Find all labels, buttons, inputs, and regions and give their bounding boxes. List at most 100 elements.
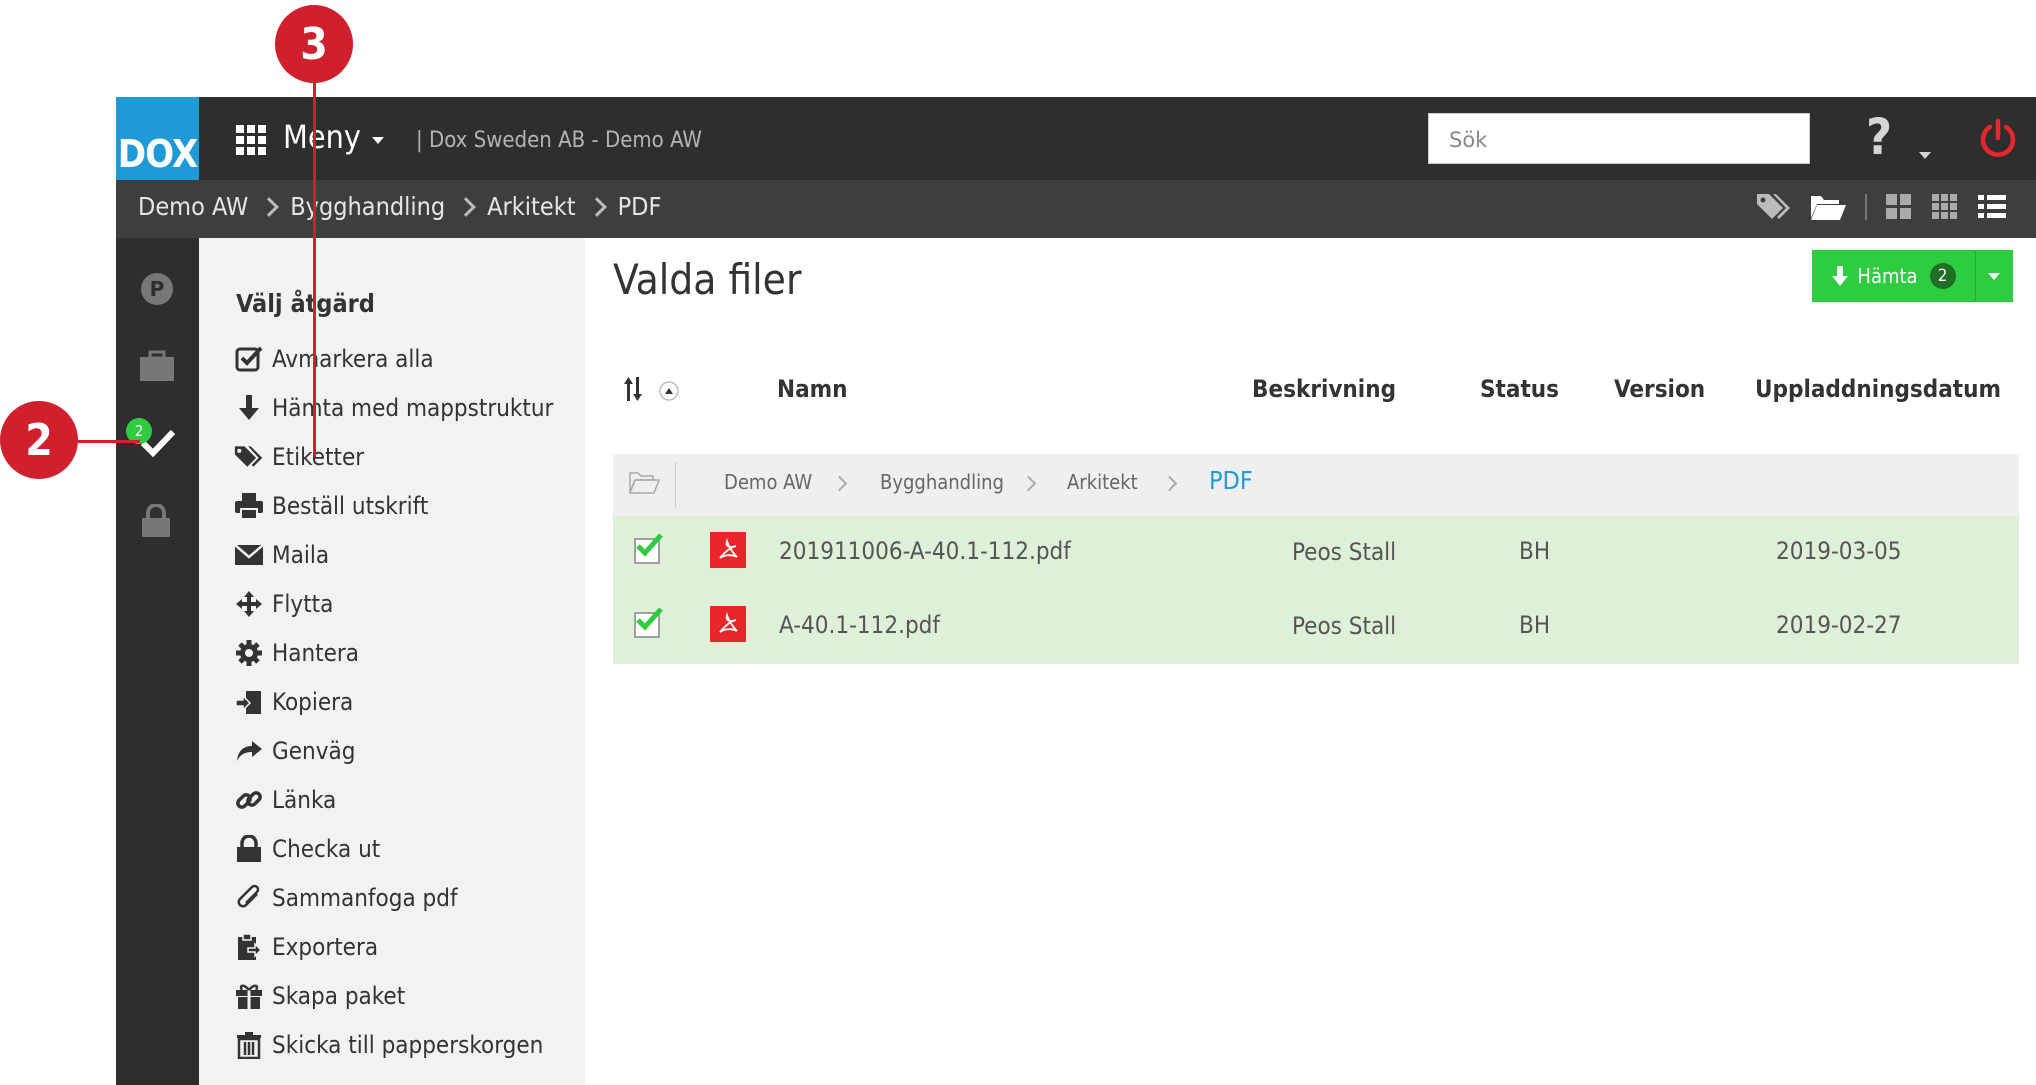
caret-down-icon[interactable] (372, 137, 384, 144)
row-checkbox[interactable] (634, 533, 663, 564)
download-count-badge: 2 (1929, 263, 1956, 289)
menu-grid-icon[interactable] (236, 125, 266, 155)
company-name: | Dox Sweden AB - Demo AW (416, 128, 702, 153)
download-icon (1832, 266, 1849, 286)
file-name[interactable]: A-40.1-112.pdf (779, 611, 940, 639)
action-label: Genväg (272, 737, 356, 765)
caret-down-icon[interactable] (1919, 152, 1931, 159)
column-header-version[interactable]: Version (1614, 375, 1705, 403)
check-icon (636, 607, 663, 631)
chevron-right-icon (456, 196, 477, 217)
file-description: Peos Stall (1292, 538, 1397, 566)
folder-open-icon[interactable] (628, 470, 660, 496)
file-upload-date: 2019-02-27 (1776, 611, 1902, 639)
caret-down-icon (1988, 273, 2000, 280)
action-flytta[interactable]: Flytta (234, 586, 333, 622)
tags-icon (234, 442, 264, 472)
column-header-uppladdningsdatum[interactable]: Uppladdningsdatum (1755, 375, 2001, 403)
breadcrumb-item[interactable]: Arkitekt (487, 192, 575, 221)
callout-2: 2 (0, 401, 78, 479)
pdf-file-icon (710, 606, 746, 642)
action-checka-ut[interactable]: Checka ut (234, 831, 380, 867)
column-header-namn[interactable]: Namn (777, 375, 848, 403)
action-label: Flytta (272, 590, 334, 618)
svg-text:P: P (150, 277, 165, 301)
download-label: Hämta (1857, 264, 1918, 288)
copy-icon (234, 687, 264, 717)
menu-button[interactable]: Meny (283, 118, 361, 156)
callout-line (313, 80, 316, 457)
file-status: BH (1519, 537, 1551, 565)
action-label: Etiketter (272, 443, 365, 471)
parking-icon[interactable]: P (140, 272, 174, 306)
list-view-icon[interactable] (1977, 193, 2007, 221)
file-name[interactable]: 201911006-A-40.1-112.pdf (779, 537, 1071, 565)
breadcrumb-item[interactable]: Demo AW (138, 192, 248, 221)
action-etiketter[interactable]: Etiketter (234, 439, 364, 475)
action-kopiera[interactable]: Kopiera (234, 684, 353, 720)
callout-line (78, 440, 140, 443)
briefcase-icon[interactable] (139, 350, 175, 382)
file-description: Peos Stall (1292, 612, 1397, 640)
print-icon (234, 491, 264, 521)
grid-small-icon[interactable] (1931, 193, 1959, 221)
page-title: Valda filer (613, 255, 802, 304)
action-maila[interactable]: Maila (234, 537, 329, 573)
action-avmarkera-alla[interactable]: Avmarkera alla (234, 341, 434, 377)
move-icon (234, 589, 264, 619)
breadcrumb-item[interactable]: PDF (618, 192, 662, 221)
folder-open-icon[interactable] (1809, 192, 1847, 222)
share-icon (234, 736, 264, 766)
download-icon (234, 393, 264, 423)
action-label: Skicka till papperskorgen (272, 1031, 544, 1059)
clipboard-icon (234, 932, 264, 962)
folder-path-item[interactable]: Bygghandling (880, 470, 1004, 494)
action-bestall-utskrift[interactable]: Beställ utskrift (234, 488, 428, 524)
column-header-status[interactable]: Status (1480, 375, 1559, 403)
gift-icon (234, 981, 264, 1011)
divider (675, 462, 676, 508)
power-icon[interactable] (1977, 117, 2019, 163)
lock-icon (234, 834, 264, 864)
folder-path-item[interactable]: Demo AW (724, 470, 812, 494)
tags-icon[interactable] (1755, 192, 1791, 222)
help-icon[interactable]: ? (1866, 108, 1892, 166)
action-label: Skapa paket (272, 982, 406, 1010)
lock-icon[interactable] (140, 504, 172, 538)
column-header-beskrivning[interactable]: Beskrivning (1252, 375, 1396, 403)
action-lanka[interactable]: Länka (234, 782, 336, 818)
action-label: Avmarkera alla (272, 345, 434, 373)
chevron-right-icon (586, 196, 607, 217)
action-exportera[interactable]: Exportera (234, 929, 378, 965)
action-sammanfoga-pdf[interactable]: Sammanfoga pdf (234, 880, 458, 916)
action-label: Hantera (272, 639, 360, 667)
check-square-icon (234, 344, 264, 374)
action-skapa-paket[interactable]: Skapa paket (234, 978, 405, 1014)
folder-path-current[interactable]: PDF (1209, 466, 1253, 495)
grid-large-icon[interactable] (1885, 193, 1913, 221)
trash-icon (234, 1030, 264, 1060)
mail-icon (234, 540, 264, 570)
folder-path-row (613, 454, 2019, 516)
action-hantera[interactable]: Hantera (234, 635, 359, 671)
search-input[interactable]: Sök (1428, 113, 1810, 164)
action-genvag[interactable]: Genväg (234, 733, 355, 769)
divider (1865, 194, 1867, 220)
download-button[interactable]: Hämta 2 (1812, 250, 1975, 302)
dox-logo[interactable]: DOX (116, 97, 199, 180)
action-panel-title: Välj åtgärd (236, 289, 375, 318)
file-status: BH (1519, 611, 1551, 639)
action-label: Kopiera (272, 688, 354, 716)
action-label: Sammanfoga pdf (272, 884, 458, 912)
sort-icon[interactable] (624, 375, 682, 405)
action-hamta-mappstruktur[interactable]: Hämta med mappstruktur (234, 390, 553, 426)
action-label: Maila (272, 541, 330, 569)
folder-path-item[interactable]: Arkitekt (1067, 470, 1138, 494)
view-toolbar (1755, 192, 2007, 222)
row-checkbox[interactable] (634, 607, 663, 638)
chevron-right-icon (259, 196, 280, 217)
gear-icon (234, 638, 264, 668)
action-papperskorg[interactable]: Skicka till papperskorgen (234, 1027, 543, 1063)
download-dropdown-button[interactable] (1975, 250, 2013, 302)
link-icon (234, 785, 264, 815)
